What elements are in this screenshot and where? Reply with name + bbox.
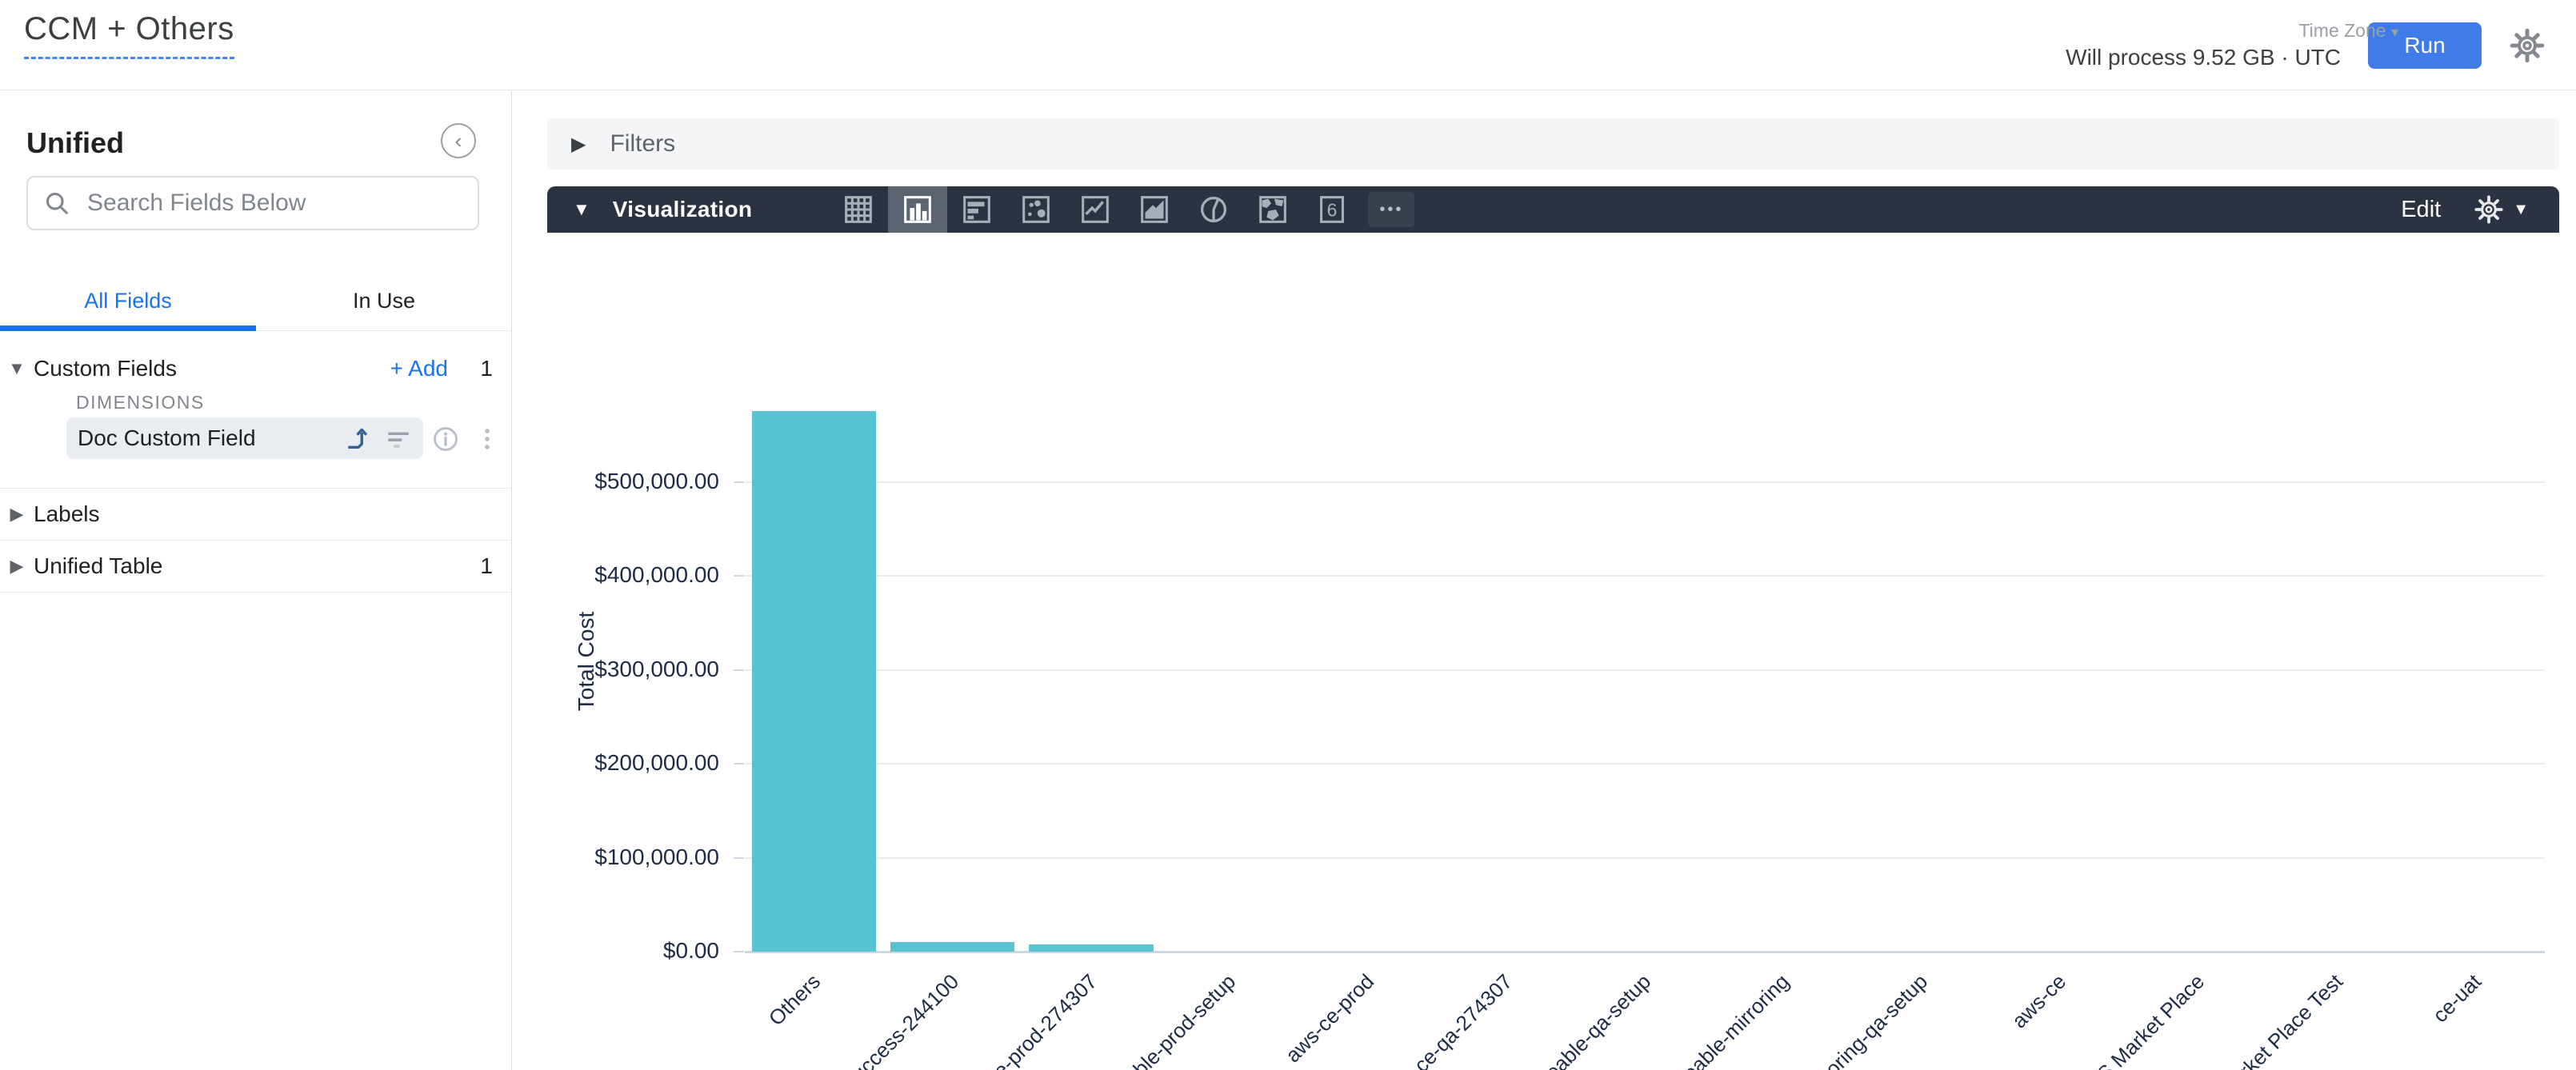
y-tick-label: $500,000.00 (543, 469, 719, 494)
pie-chart-icon (1195, 191, 1232, 228)
caret-right-icon[interactable]: ▶ (0, 504, 34, 525)
visualization-label: Visualization (613, 197, 753, 222)
filters-bar[interactable]: ▶ Filters (547, 118, 2559, 170)
info-icon[interactable] (432, 425, 459, 453)
settings-gear-icon[interactable] (2509, 27, 2546, 64)
add-custom-field-button[interactable]: + Add (390, 356, 448, 381)
bar[interactable] (752, 411, 877, 952)
caret-right-icon[interactable]: ▶ (0, 556, 34, 577)
table-icon (840, 191, 877, 228)
main-panel: ▶ Filters ▼ Visualization (513, 91, 2576, 1070)
viz-bar-right: Edit ▼ (2401, 194, 2529, 226)
pivot-icon[interactable] (345, 425, 372, 452)
caret-down-icon[interactable]: ▼ (573, 199, 590, 220)
single-value-icon: 6 (1314, 191, 1350, 228)
section-count: 1 (448, 553, 493, 579)
viz-type-switcher: 6 ••• (829, 186, 1421, 233)
header: CCM + Others Time Zone ▾ Will process 9.… (0, 0, 2576, 90)
x-axis-baseline (745, 951, 2545, 953)
y-tick-label: $0.00 (543, 938, 719, 964)
field-doc-custom-field[interactable]: Doc Custom Field (66, 417, 423, 459)
filters-label: Filters (610, 130, 675, 158)
y-tick-label: $100,000.00 (543, 844, 719, 870)
bar-chart-icon (958, 191, 995, 228)
divider (0, 592, 512, 593)
chevron-down-icon: ▼ (2513, 201, 2529, 219)
viz-icon-column[interactable] (888, 186, 947, 233)
more-icon: ••• (1368, 192, 1414, 227)
timezone-label: Time Zone (2298, 20, 2386, 41)
chevron-down-icon: ▾ (2391, 24, 2398, 40)
viz-icon-table[interactable] (829, 186, 888, 233)
filter-icon[interactable] (385, 425, 412, 452)
y-axis-tick (734, 951, 744, 952)
y-axis-tick (734, 481, 744, 483)
tab-all-fields[interactable]: All Fields (0, 272, 256, 330)
page-title[interactable]: CCM + Others (24, 11, 234, 59)
y-axis-tick (734, 857, 744, 859)
caret-down-icon[interactable]: ▼ (0, 358, 34, 379)
search-icon (42, 189, 71, 218)
process-info: Time Zone ▾ Will process 9.52 GB · UTC (2066, 19, 2341, 72)
section-unified-table[interactable]: ▶ Unified Table 1 (0, 541, 512, 592)
search-field-container (26, 176, 479, 230)
looker-explore-page: CCM + Others Time Zone ▾ Will process 9.… (0, 0, 2576, 1070)
search-input[interactable] (86, 189, 463, 218)
gridline (745, 857, 2545, 859)
caret-right-icon: ▶ (571, 133, 586, 156)
timezone-dropdown[interactable]: Time Zone ▾ (2123, 19, 2398, 42)
viz-settings-control[interactable]: ▼ (2473, 194, 2529, 226)
process-size-text: Will process 9.52 GB · UTC (2066, 43, 2341, 71)
header-controls: Time Zone ▾ Will process 9.52 GB · UTC R… (2066, 0, 2546, 90)
y-tick-label: $300,000.00 (543, 657, 719, 682)
section-custom-fields[interactable]: ▼ Custom Fields + Add 1 (0, 345, 512, 392)
visualization-bar: ▼ Visualization (547, 186, 2559, 233)
dimensions-group-header: DIMENSIONS (76, 392, 205, 413)
field-tabs: All Fields In Use (0, 272, 512, 331)
y-axis-tick (734, 669, 744, 671)
section-label: Labels (34, 501, 100, 527)
viz-icon-map[interactable] (1243, 186, 1302, 233)
bar[interactable] (1029, 944, 1154, 952)
section-label: Custom Fields (34, 356, 177, 381)
gridline (745, 481, 2545, 483)
y-axis-tick (734, 763, 744, 765)
viz-icon-bar[interactable] (947, 186, 1006, 233)
viz-icon-line[interactable] (1066, 186, 1125, 233)
gridline (745, 575, 2545, 577)
y-tick-label: $400,000.00 (543, 562, 719, 588)
y-axis-tick (734, 575, 744, 577)
explore-title: Unified (26, 126, 124, 160)
section-labels[interactable]: ▶ Labels (0, 489, 512, 540)
viz-icon-area[interactable] (1125, 186, 1184, 233)
edit-button[interactable]: Edit (2401, 197, 2441, 223)
svg-text:6: 6 (1327, 200, 1338, 221)
bar[interactable] (890, 942, 1015, 952)
scatter-chart-icon (1018, 191, 1054, 228)
gridline (745, 669, 2545, 671)
viz-icon-scatter[interactable] (1006, 186, 1066, 233)
map-chart-icon (1254, 191, 1291, 228)
bar-chart: Total Cost Doc Custom Field $500,000.00$… (513, 233, 2576, 1070)
collapse-sidebar-button[interactable]: ‹ (441, 123, 476, 158)
viz-icon-pie[interactable] (1184, 186, 1243, 233)
line-chart-icon (1077, 191, 1114, 228)
viz-icon-single-value[interactable]: 6 (1302, 186, 1362, 233)
y-tick-label: $200,000.00 (543, 750, 719, 776)
field-label: Doc Custom Field (78, 425, 332, 451)
kebab-menu-icon[interactable] (474, 425, 501, 453)
section-label: Unified Table (34, 553, 162, 579)
area-chart-icon (1136, 191, 1173, 228)
tab-in-use[interactable]: In Use (256, 272, 512, 330)
active-tab-indicator (0, 325, 256, 331)
x-tick-label: Others (457, 969, 825, 1070)
section-count: 1 (448, 356, 493, 381)
field-picker-sidebar: Unified ‹ All Fields In Use ▼ Custom Fie… (0, 91, 512, 1070)
gridline (745, 763, 2545, 765)
viz-icon-more[interactable]: ••• (1362, 186, 1421, 233)
gear-icon (2473, 194, 2505, 226)
column-chart-icon (899, 191, 936, 228)
